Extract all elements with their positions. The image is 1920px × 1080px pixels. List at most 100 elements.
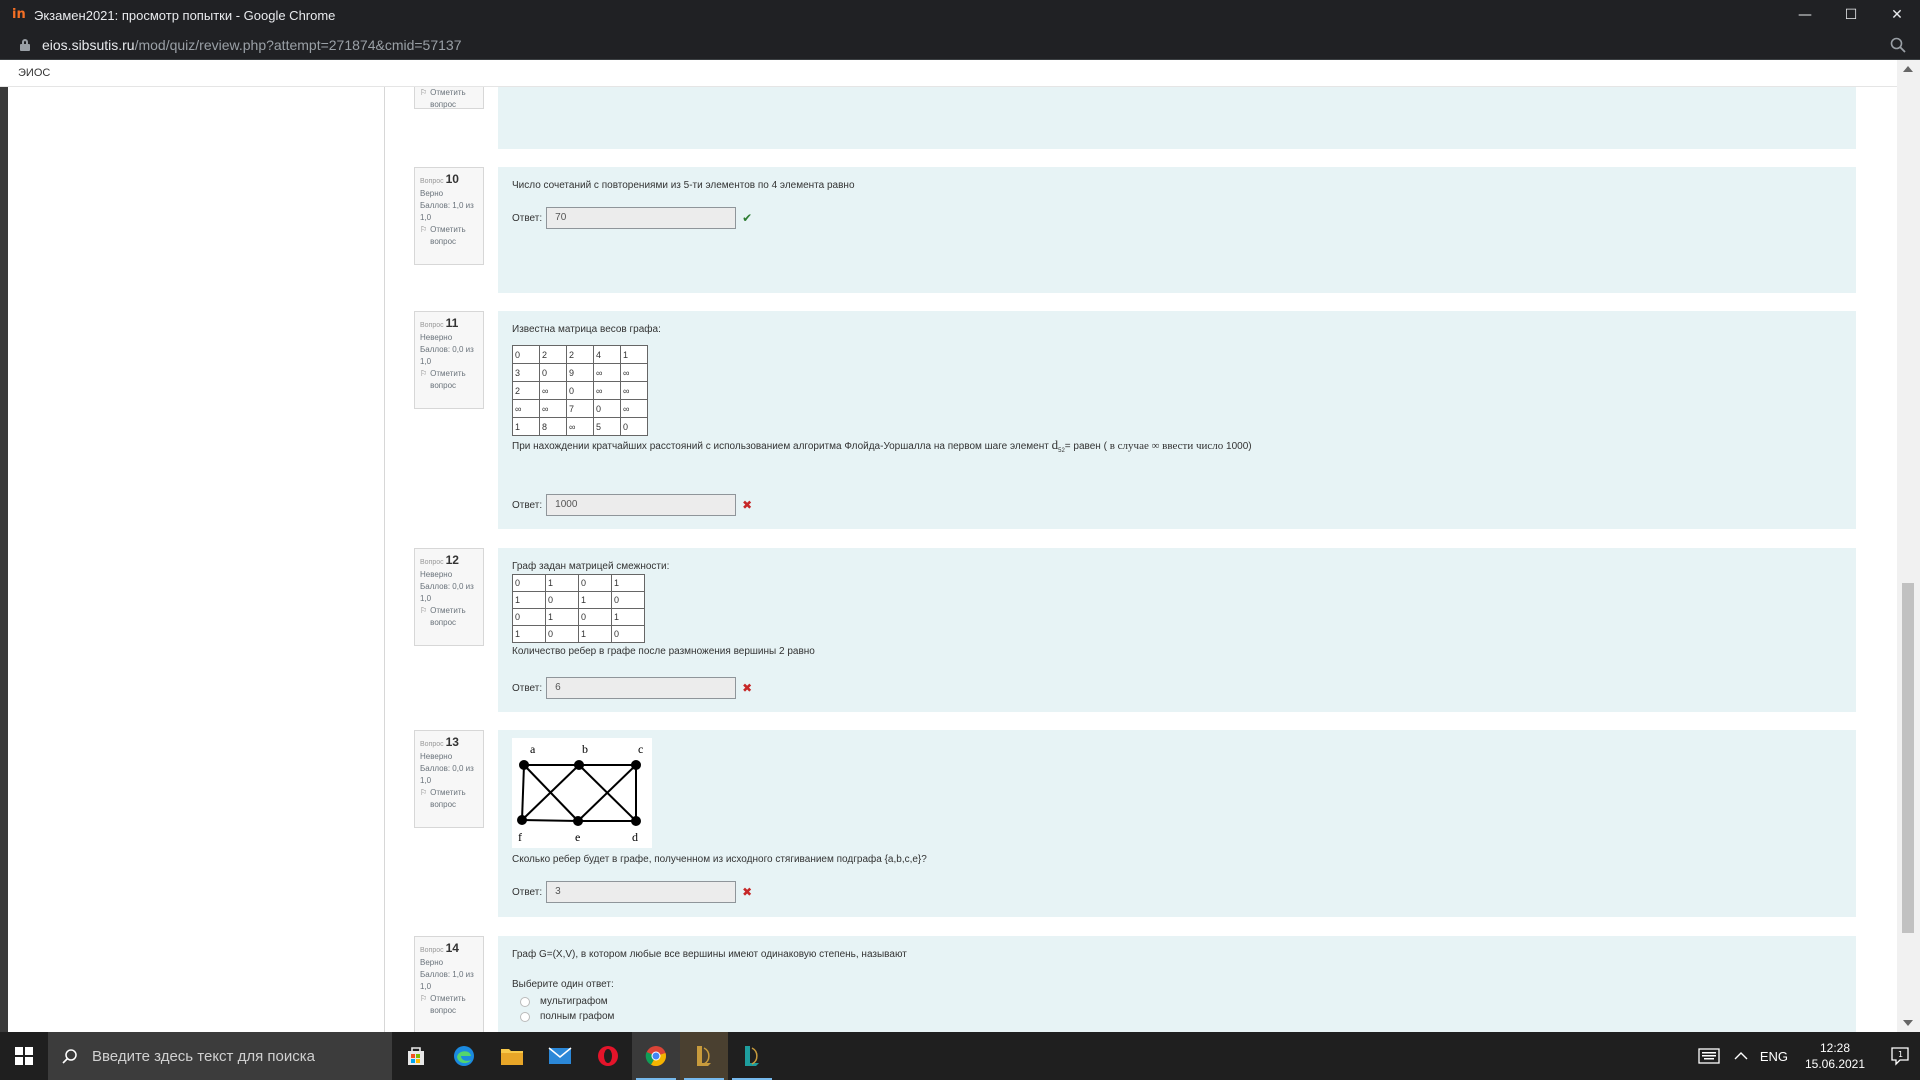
question-text: Граф задан матрицей смежности: <box>512 561 670 572</box>
scroll-down-icon[interactable] <box>1903 1020 1913 1026</box>
question-prefix: Вопрос <box>420 322 444 329</box>
radio-button[interactable] <box>520 996 530 1007</box>
mail-app-icon[interactable] <box>536 1032 584 1080</box>
incorrect-cross-icon: ✖ <box>742 498 753 512</box>
flag-question-link[interactable]: ⚐ Отметить вопрос <box>420 787 478 811</box>
league-game-icon[interactable] <box>728 1032 776 1080</box>
left-edge <box>0 87 8 1032</box>
search-icon[interactable] <box>1890 37 1906 53</box>
flag-icon: ⚐ <box>420 994 428 1003</box>
matrix-cell: 0 <box>620 417 648 436</box>
lock-icon[interactable] <box>20 38 30 51</box>
vertical-scrollbar[interactable] <box>1897 60 1920 1032</box>
question-prefix: Вопрос <box>420 947 444 954</box>
matrix-cell: 8 <box>539 417 567 436</box>
question-grade: Баллов: 1,0 из 1,0 <box>420 201 474 222</box>
matrix-cell: 0 <box>611 591 645 609</box>
question-text: Граф G=(X,V), в котором любые все вершин… <box>512 949 907 960</box>
file-explorer-icon[interactable] <box>488 1032 536 1080</box>
vertex-label: c <box>638 742 643 756</box>
matrix-cell: ∞ <box>539 381 567 400</box>
adjacency-matrix-table: 0101101001011010 <box>512 574 645 643</box>
flag-icon: ⚐ <box>420 225 428 234</box>
chevron-up-icon[interactable] <box>1734 1051 1748 1061</box>
incorrect-cross-icon: ✖ <box>742 885 753 899</box>
question-grade: Баллов: 0,0 из 1,0 <box>420 345 474 366</box>
matrix-cell: 7 <box>566 399 594 418</box>
clock-date: 15.06.2021 <box>1804 1057 1866 1071</box>
question-grade: Баллов: 0,0 из 1,0 <box>420 764 474 785</box>
edge-browser-icon[interactable] <box>440 1032 488 1080</box>
matrix-cell: 2 <box>512 381 540 400</box>
answer-input[interactable]: 1000 <box>546 494 737 516</box>
league-client-icon[interactable] <box>680 1032 728 1080</box>
matrix-cell: 2 <box>539 345 567 364</box>
flag-icon: ⚐ <box>420 788 428 797</box>
clock[interactable]: 12:28 15.06.2021 <box>1800 1040 1870 1072</box>
flag-question-link[interactable]: ⚐ Отметить вопрос <box>420 605 478 629</box>
answer-label: Ответ: <box>512 886 543 898</box>
matrix-cell: 1 <box>578 591 612 609</box>
question-status: Верно <box>420 958 444 967</box>
answer-option[interactable]: полным графом <box>512 1011 1842 1022</box>
flag-question-link[interactable]: ⚐ Отметить вопрос <box>420 368 478 392</box>
vertex-label: f <box>518 830 522 844</box>
matrix-cell: 0 <box>545 591 579 609</box>
question-grade: Баллов: 1,0 из 1,0 <box>420 970 474 991</box>
system-tray: ENG 12:28 15.06.2021 1 <box>1698 1032 1920 1080</box>
scrollbar-thumb[interactable] <box>1902 583 1914 933</box>
flag-question-link[interactable]: ⚐ Отметить вопрос <box>420 224 478 248</box>
vertex-label: a <box>530 742 536 756</box>
notifications-button[interactable]: 1 <box>1880 1032 1920 1080</box>
question-info: Вопрос 12 Неверно Баллов: 0,0 из 1,0 ⚐ О… <box>414 548 484 646</box>
matrix-cell: 1 <box>620 345 648 364</box>
question-status: Неверно <box>420 333 453 342</box>
window-title-bar: in Экзамен2021: просмотр попытки - Googl… <box>0 0 1920 30</box>
taskbar-search-box[interactable]: Введите здесь текст для поиска <box>48 1032 392 1080</box>
answer-input[interactable]: 6 <box>546 677 737 699</box>
matrix-cell: ∞ <box>539 399 567 418</box>
matrix-cell: 1 <box>512 625 546 643</box>
matrix-cell: ∞ <box>593 381 621 400</box>
address-bar[interactable]: eios.sibsutis.ru/mod/quiz/review.php?att… <box>0 30 1920 60</box>
flag-icon: ⚐ <box>420 88 428 97</box>
question-content: Граф задан матрицей смежности: 010110100… <box>498 548 1856 712</box>
question-status: Неверно <box>420 570 453 579</box>
url-text[interactable]: eios.sibsutis.ru/mod/quiz/review.php?att… <box>42 37 461 53</box>
left-sidebar <box>8 87 385 1032</box>
keyboard-icon[interactable] <box>1698 1048 1720 1064</box>
maximize-button[interactable]: ☐ <box>1828 0 1874 30</box>
question-status: Верно <box>420 189 444 198</box>
flag-question-link[interactable]: ⚐ Отметить вопрос <box>420 87 478 111</box>
site-brand-link[interactable]: ЭИОС <box>18 67 50 79</box>
question-info-prev: ⚐ Отметить вопрос <box>414 87 484 109</box>
answer-input[interactable]: 3 <box>546 881 737 903</box>
answer-option[interactable]: мультиграфом <box>512 996 1842 1007</box>
matrix-cell: 9 <box>566 363 594 382</box>
notification-icon: 1 <box>1891 1047 1909 1066</box>
answer-input[interactable]: 70 <box>546 207 737 229</box>
minimize-button[interactable]: — <box>1782 0 1828 30</box>
matrix-row: 0101 <box>512 608 645 626</box>
matrix-cell: 0 <box>566 381 594 400</box>
radio-button[interactable] <box>520 1011 530 1022</box>
vertex-label: b <box>582 742 588 756</box>
input-language[interactable]: ENG <box>1760 1049 1788 1064</box>
start-button[interactable] <box>0 1032 48 1080</box>
flag-icon: ⚐ <box>420 606 428 615</box>
close-button[interactable]: ✕ <box>1874 0 1920 30</box>
chrome-browser-icon[interactable] <box>632 1032 680 1080</box>
opera-browser-icon[interactable] <box>584 1032 632 1080</box>
matrix-cell: 0 <box>593 399 621 418</box>
store-app-icon[interactable] <box>392 1032 440 1080</box>
question-prefix: Вопрос <box>420 559 444 566</box>
question-status: Неверно <box>420 752 453 761</box>
flag-question-link[interactable]: ⚐ Отметить вопрос <box>420 993 478 1017</box>
matrix-row: 02241 <box>512 345 648 364</box>
site-header: ЭИОС <box>0 60 1900 87</box>
scroll-up-icon[interactable] <box>1903 66 1913 72</box>
matrix-cell: 4 <box>593 345 621 364</box>
matrix-cell: 0 <box>512 608 546 626</box>
question-content: Число сочетаний с повторениями из 5-ти э… <box>498 167 1856 293</box>
question-number: 13 <box>445 735 459 749</box>
